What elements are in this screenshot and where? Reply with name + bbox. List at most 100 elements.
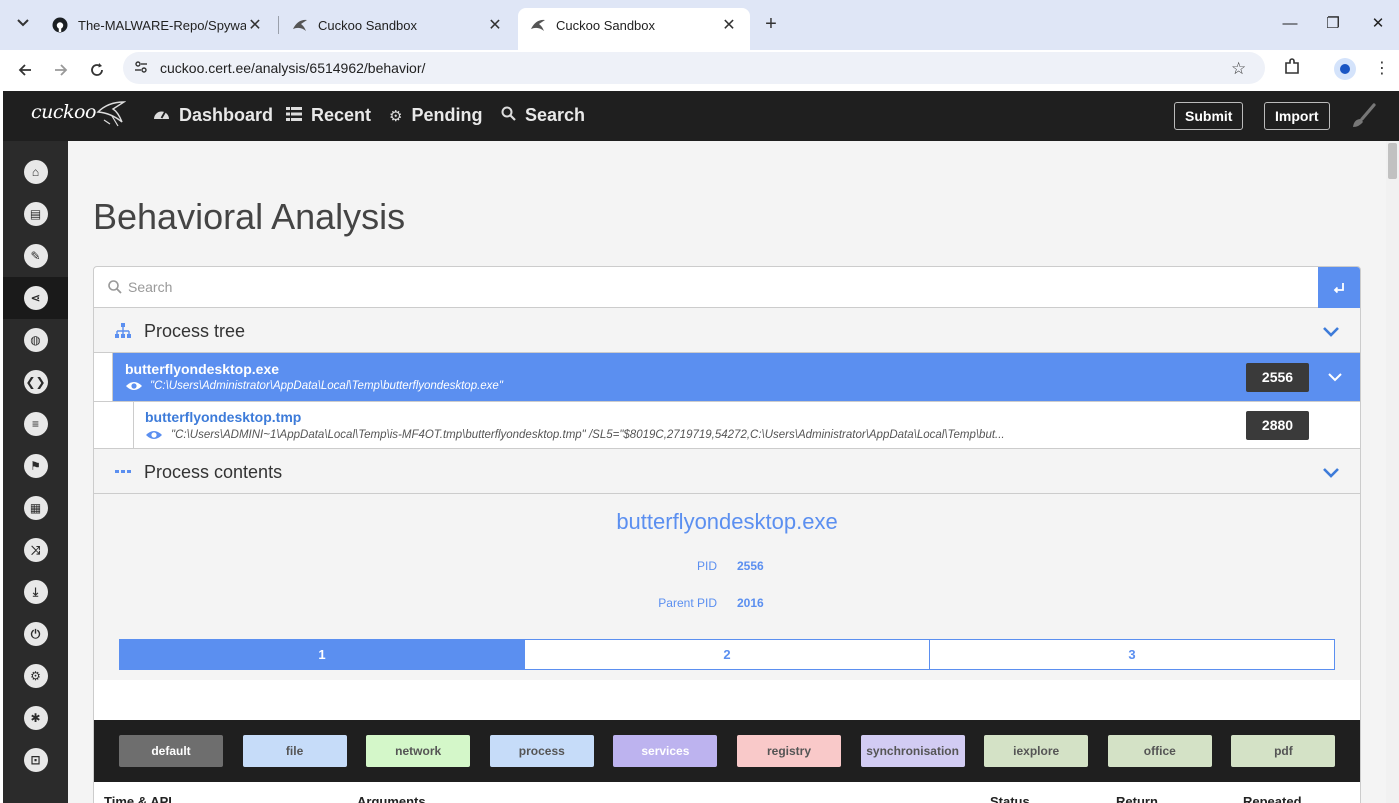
sidebar-item-globe[interactable]: ◍ bbox=[3, 319, 68, 361]
page-title: Behavioral Analysis bbox=[93, 196, 406, 237]
nav-recent[interactable]: Recent bbox=[286, 105, 371, 126]
main-content: Behavioral Analysis Process tree butterf… bbox=[68, 141, 1386, 803]
browser-tab-cuckoo-1[interactable]: Cuckoo Sandbox ✕ bbox=[280, 8, 516, 42]
filter-button-office[interactable]: office bbox=[1107, 735, 1212, 767]
close-icon[interactable]: ✕ bbox=[720, 15, 738, 35]
submit-button[interactable]: Submit bbox=[1174, 102, 1244, 130]
back-button[interactable] bbox=[11, 56, 39, 84]
address-bar[interactable]: cuckoo.cert.ee/analysis/6514962/behavior… bbox=[123, 52, 1265, 84]
sidebar-item-home[interactable]: ⌂ bbox=[3, 151, 68, 193]
import-button[interactable]: Import bbox=[1264, 102, 1330, 130]
scrollbar-thumb[interactable] bbox=[1388, 143, 1397, 179]
chevron-down-icon[interactable] bbox=[1327, 369, 1343, 385]
filter-button-iexplore[interactable]: iexplore bbox=[984, 735, 1089, 767]
restore-button[interactable]: ❐ bbox=[1318, 12, 1348, 36]
search-icon bbox=[501, 106, 516, 125]
column-header[interactable]: Arguments bbox=[357, 794, 426, 803]
filter-button-file[interactable]: file bbox=[242, 735, 347, 767]
column-header[interactable]: Status bbox=[990, 794, 1030, 803]
browser-tab-github[interactable]: The-MALWARE-Repo/Spyware/ ✕ bbox=[40, 8, 276, 42]
nav-search[interactable]: Search bbox=[501, 105, 585, 126]
chevron-down-icon[interactable] bbox=[1322, 463, 1340, 481]
column-header[interactable]: Return bbox=[1116, 794, 1158, 803]
download-icon: ⤓ bbox=[23, 580, 48, 604]
sidebar-item-book[interactable]: ▤ bbox=[3, 193, 68, 235]
page-button-2[interactable]: 2 bbox=[525, 640, 930, 669]
process-command-line: "C:\Users\ADMINI~1\AppData\Local\Temp\is… bbox=[171, 429, 1005, 441]
filter-button-registry[interactable]: registry bbox=[737, 735, 841, 767]
person-icon bbox=[1340, 64, 1350, 74]
reload-icon bbox=[91, 63, 103, 76]
page-button-1[interactable]: 1 bbox=[120, 640, 525, 669]
close-icon[interactable]: ✕ bbox=[486, 15, 504, 35]
extensions-icon[interactable] bbox=[1283, 58, 1301, 81]
process-tree-header[interactable]: Process tree bbox=[94, 308, 1360, 353]
nav-dashboard[interactable]: Dashboard bbox=[153, 105, 273, 126]
filter-button-default[interactable]: default bbox=[119, 735, 223, 767]
list-icon bbox=[286, 106, 302, 125]
calls-table-header: Time & API Arguments Status Return Repea… bbox=[94, 782, 1360, 803]
process-contents-header[interactable]: Process contents bbox=[94, 449, 1360, 494]
profile-avatar[interactable] bbox=[1334, 58, 1356, 80]
bookmark-star-icon[interactable]: ☆ bbox=[1231, 59, 1246, 79]
search-submit-button[interactable] bbox=[1318, 267, 1360, 308]
tab-title: Cuckoo Sandbox bbox=[318, 17, 418, 33]
process-row[interactable]: butterflyondesktop.tmp "C:\Users\ADMINI~… bbox=[94, 402, 1360, 449]
eye-icon[interactable] bbox=[145, 429, 163, 441]
tab-title: The-MALWARE-Repo/Spyware/ bbox=[78, 17, 246, 33]
page-scrollbar[interactable] bbox=[1386, 141, 1399, 803]
filter-button-process[interactable]: process bbox=[489, 735, 594, 767]
sidebar-item-qrcode[interactable]: ▦ bbox=[3, 487, 68, 529]
file-code-icon: ❮❯ bbox=[23, 370, 48, 394]
sidebar-item-shuffle[interactable]: ⤨ bbox=[3, 529, 68, 571]
column-header[interactable]: Time & API bbox=[104, 794, 172, 803]
sidebar-item-server[interactable]: ≡ bbox=[3, 403, 68, 445]
browser-menu-icon[interactable]: ⋮ bbox=[1374, 58, 1390, 78]
category-filter-bar: default file network process services registr… bbox=[94, 720, 1360, 782]
site-settings-icon[interactable] bbox=[133, 60, 149, 76]
filter-button-network[interactable]: network bbox=[366, 735, 471, 767]
close-icon[interactable]: ✕ bbox=[246, 15, 264, 35]
cuckoo-logo[interactable]: cuckoo bbox=[31, 101, 96, 123]
browser-tabstrip: The-MALWARE-Repo/Spyware/ ✕ Cuckoo Sandb… bbox=[0, 0, 1399, 50]
process-contents-body: butterflyondesktop.exe PID 2556 Parent P… bbox=[94, 494, 1360, 680]
sidebar-item-flag[interactable]: ⚑ bbox=[3, 445, 68, 487]
minimize-button[interactable]: — bbox=[1275, 12, 1305, 36]
new-tab-button[interactable]: + bbox=[758, 12, 784, 38]
process-row[interactable]: butterflyondesktop.exe "C:\Users\Adminis… bbox=[94, 353, 1360, 402]
sidebar-item-file-code[interactable]: ❮❯ bbox=[3, 361, 68, 403]
parent-pid-label: Parent PID bbox=[658, 596, 717, 610]
filter-button-services[interactable]: services bbox=[613, 735, 718, 767]
pagination: 1 2 3 bbox=[119, 639, 1335, 670]
tab-search-button[interactable] bbox=[10, 10, 36, 36]
power-icon: ⏻ bbox=[23, 622, 48, 646]
nav-label: Search bbox=[525, 105, 586, 125]
section-title: Process tree bbox=[144, 321, 246, 341]
server-icon: ≡ bbox=[23, 412, 48, 436]
reload-button[interactable] bbox=[83, 56, 111, 84]
sidebar-item-cogs[interactable]: ⚙ bbox=[3, 655, 68, 697]
sidebar-item-pencil[interactable]: ✎ bbox=[3, 235, 68, 277]
browser-tab-cuckoo-active[interactable]: Cuckoo Sandbox ✕ bbox=[518, 8, 750, 50]
unlock-icon: ⊡ bbox=[23, 748, 48, 772]
page-button-3[interactable]: 3 bbox=[930, 640, 1334, 669]
eye-icon[interactable] bbox=[125, 380, 143, 392]
sidebar-item-share[interactable]: ⋖ bbox=[3, 277, 68, 319]
forward-button[interactable] bbox=[47, 56, 75, 84]
filter-button-synchronisation[interactable]: synchronisation bbox=[860, 735, 965, 767]
sidebar-item-download[interactable]: ⤓ bbox=[3, 571, 68, 613]
share-icon: ⋖ bbox=[23, 286, 48, 310]
sidebar-item-unlock[interactable]: ⊡ bbox=[3, 739, 68, 781]
nav-pending[interactable]: ⚙ Pending bbox=[389, 105, 482, 126]
column-header[interactable]: Repeated bbox=[1243, 794, 1302, 803]
behavior-search-input[interactable] bbox=[128, 275, 1308, 299]
window-close-button[interactable]: ✕ bbox=[1363, 12, 1393, 36]
arrow-right-icon bbox=[55, 64, 68, 76]
paintbrush-icon[interactable] bbox=[1350, 103, 1376, 129]
filter-button-pdf[interactable]: pdf bbox=[1231, 735, 1336, 767]
enter-icon bbox=[1333, 282, 1344, 293]
github-icon bbox=[52, 17, 68, 33]
sidebar-item-power[interactable]: ⏻ bbox=[3, 613, 68, 655]
chevron-down-icon[interactable] bbox=[1322, 322, 1340, 340]
sidebar-item-bug[interactable]: ✱ bbox=[3, 697, 68, 739]
